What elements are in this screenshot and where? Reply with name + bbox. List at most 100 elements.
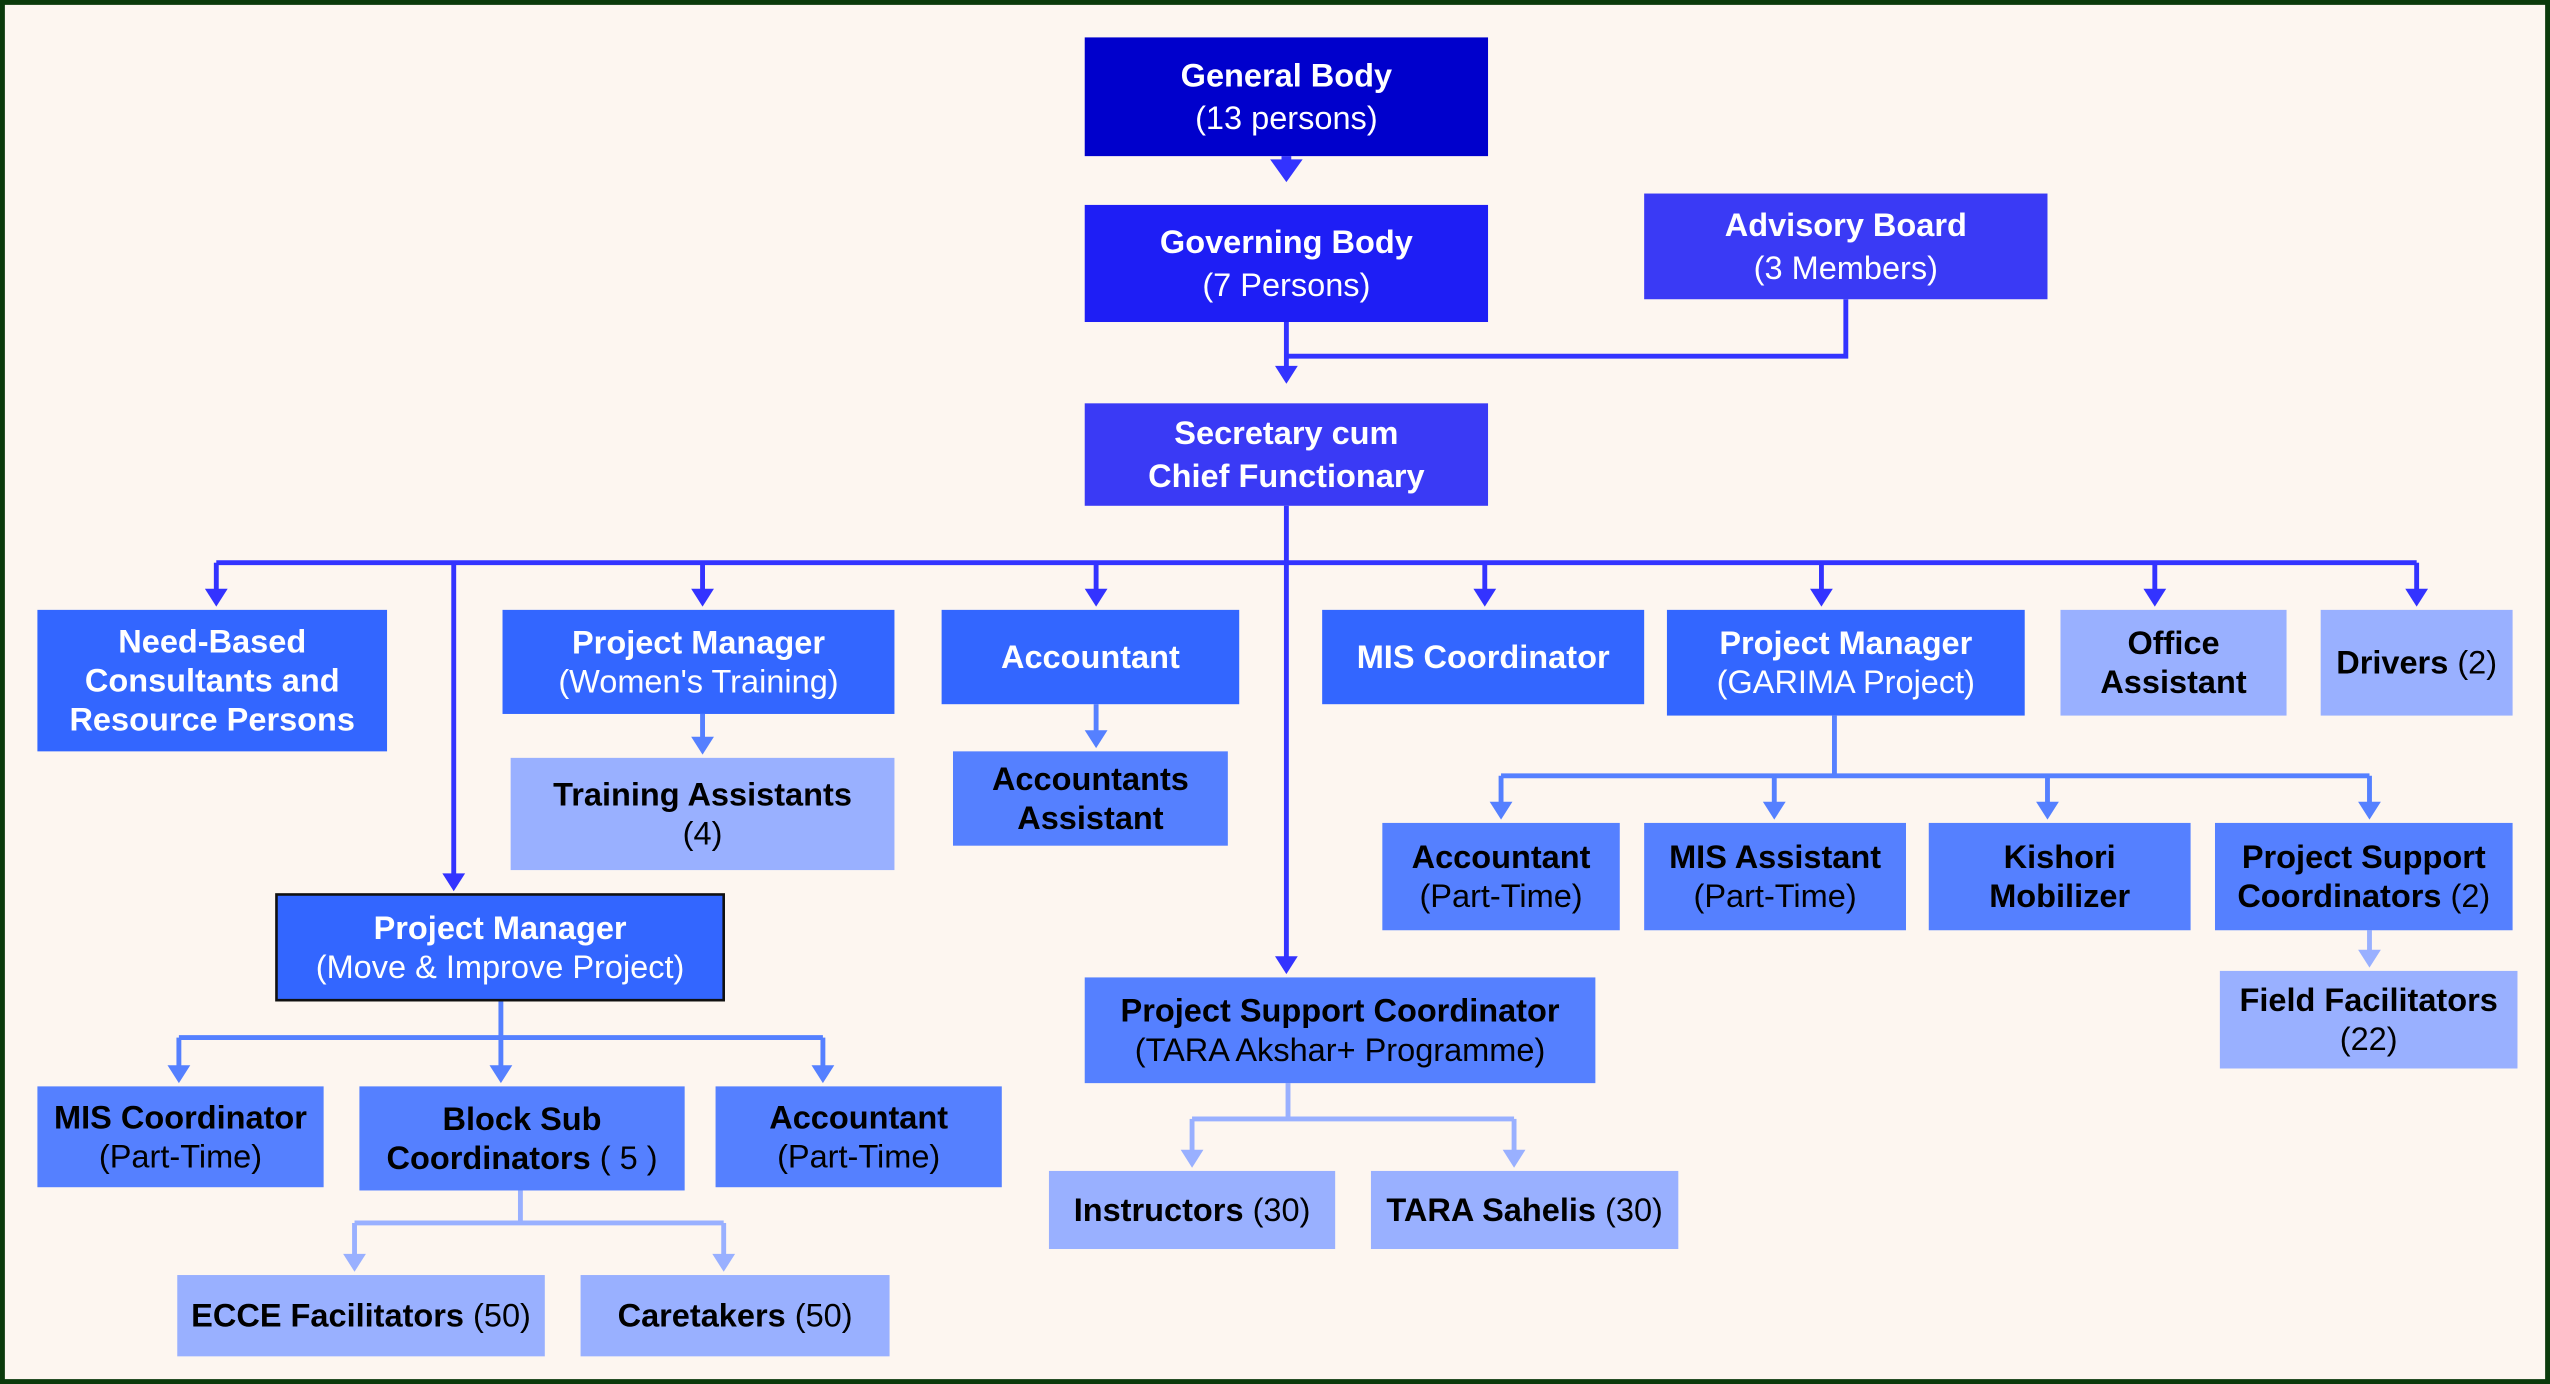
- node-label-text: (Part-Time): [777, 1138, 940, 1174]
- org-node-drivers[interactable]: Drivers (2): [2320, 609, 2513, 716]
- node-label-text: Office: [2127, 625, 2219, 661]
- node-label-text: TARA Sahelis: [1386, 1192, 1596, 1228]
- node-box: [510, 757, 895, 871]
- node-label-line: Block Sub: [443, 1101, 602, 1137]
- node-label-text: Accountant: [1001, 639, 1180, 675]
- node-label-line: (7 Persons): [1202, 267, 1370, 303]
- node-label-text: Instructors: [1074, 1192, 1244, 1228]
- org-node-training-assistants[interactable]: Training Assistants(4): [510, 757, 895, 871]
- node-label-line: TARA Sahelis (30): [1386, 1192, 1662, 1228]
- node-label-line: Secretary cum: [1174, 415, 1398, 451]
- org-node-general-body[interactable]: General Body (13 persons): [1084, 37, 1489, 157]
- org-node-kishori-mobilizer[interactable]: KishoriMobilizer: [1928, 822, 2191, 931]
- node-label-text: Accountants: [992, 761, 1189, 797]
- node-label-text: (13 persons): [1195, 100, 1378, 136]
- node-label-line: ECCE Facilitators (50): [191, 1298, 531, 1334]
- node-count-text: (50): [786, 1298, 853, 1334]
- org-node-garima-psc[interactable]: Project SupportCoordinators (2): [2214, 822, 2513, 931]
- node-label-text: Assistant: [2100, 664, 2247, 700]
- node-label-text: (Part-Time): [99, 1138, 262, 1174]
- node-label-line: (GARIMA Project): [1717, 664, 1975, 700]
- node-label-text: MIS Coordinator: [54, 1099, 307, 1135]
- node-label-text: (3 Members): [1754, 250, 1938, 286]
- node-label-text: Mobilizer: [1989, 878, 2130, 914]
- node-label-line: (3 Members): [1754, 250, 1938, 286]
- node-label-text: (22): [2340, 1021, 2398, 1057]
- node-label-text: MIS Coordinator: [1357, 639, 1610, 675]
- org-node-accountant[interactable]: Accountant: [941, 609, 1240, 705]
- node-label-text: Governing Body: [1160, 224, 1413, 260]
- org-node-psc-tara[interactable]: Project Support Coordinator(TARA Akshar+…: [1084, 977, 1596, 1084]
- node-label-text: Advisory Board: [1725, 207, 1967, 243]
- node-count-text: (2): [2441, 878, 2490, 914]
- node-label-line: MIS Coordinator: [54, 1099, 307, 1135]
- node-label-line: Assistant: [2100, 664, 2247, 700]
- org-node-caretakers[interactable]: Caretakers (50): [580, 1275, 890, 1357]
- node-label-line: Assistant: [1017, 800, 1164, 836]
- org-node-garima-mis-assistant[interactable]: MIS Assistant(Part-Time): [1644, 822, 1906, 931]
- org-node-block-sub-coordinators[interactable]: Block SubCoordinators ( 5 ): [359, 1086, 685, 1191]
- org-node-pm-womens-training[interactable]: Project Manager(Women's Training): [502, 609, 895, 714]
- node-label-line: Coordinators ( 5 ): [387, 1140, 658, 1176]
- org-node-secretary[interactable]: Secretary cum Chief Functionary: [1084, 403, 1489, 506]
- org-node-instructors[interactable]: Instructors (30): [1048, 1170, 1336, 1250]
- node-label-text: General Body: [1181, 57, 1392, 93]
- node-box: [1084, 37, 1489, 157]
- node-label-text: MIS Assistant: [1669, 839, 1881, 875]
- node-label-line: (22): [2340, 1021, 2398, 1057]
- node-label-line: Accountant: [1001, 639, 1180, 675]
- node-label-line: Mobilizer: [1989, 878, 2130, 914]
- node-label-text: (Part-Time): [1693, 878, 1856, 914]
- node-count-text: (30): [1244, 1192, 1311, 1228]
- node-label-line: (4): [683, 815, 723, 851]
- node-label-line: Project Manager: [572, 624, 825, 660]
- node-label-text: (7 Persons): [1202, 267, 1370, 303]
- node-label-line: (13 persons): [1195, 100, 1378, 136]
- node-label-text: Drivers: [2336, 645, 2448, 681]
- node-label-line: Accountant: [1412, 839, 1591, 875]
- node-label-text: Coordinators: [387, 1140, 591, 1176]
- node-count-text: (2): [2448, 645, 2497, 681]
- node-label-text: Block Sub: [443, 1101, 602, 1137]
- node-label-line: Coordinators (2): [2237, 878, 2490, 914]
- node-label-line: Field Facilitators: [2239, 982, 2497, 1018]
- org-node-advisory-board[interactable]: Advisory Board (3 Members): [1644, 193, 2048, 300]
- org-node-pm-move-improve[interactable]: Project Manager(Move & Improve Project): [275, 893, 725, 1002]
- org-node-pm-garima[interactable]: Project Manager(GARIMA Project): [1666, 609, 2025, 716]
- node-label-line: Governing Body: [1160, 224, 1413, 260]
- org-node-consultants[interactable]: Need-BasedConsultants andResource Person…: [37, 609, 388, 752]
- node-label-line: (Part-Time): [777, 1138, 940, 1174]
- node-count-text: ( 5 ): [591, 1140, 658, 1176]
- org-node-office-assistant[interactable]: OfficeAssistant: [2060, 609, 2287, 716]
- org-node-field-facilitators[interactable]: Field Facilitators(22): [2219, 970, 2518, 1069]
- node-label-text: (4): [683, 815, 723, 851]
- org-node-garima-accountant[interactable]: Accountant(Part-Time): [1382, 822, 1620, 931]
- org-node-mi-mis-coordinator[interactable]: MIS Coordinator(Part-Time): [37, 1086, 324, 1188]
- node-label-text: Chief Functionary: [1148, 458, 1424, 494]
- node-label-text: Assistant: [1017, 800, 1164, 836]
- node-label-line: (Women's Training): [558, 663, 838, 699]
- org-node-governing-body[interactable]: Governing Body (7 Persons): [1084, 204, 1489, 323]
- org-node-accountants-assistant[interactable]: AccountantsAssistant: [952, 751, 1228, 846]
- node-label-line: Project Support: [2242, 839, 2486, 875]
- node-label-text: (Part-Time): [1419, 878, 1582, 914]
- node-label-text: Kishori: [2004, 839, 2116, 875]
- node-label-text: Project Support Coordinator: [1121, 993, 1560, 1029]
- node-label-line: Chief Functionary: [1148, 458, 1424, 494]
- node-label-line: Advisory Board: [1725, 207, 1967, 243]
- node-label-text: Caretakers: [618, 1298, 786, 1334]
- node-label-text: Resource Persons: [69, 702, 355, 738]
- node-label-text: Accountant: [1412, 839, 1591, 875]
- node-label-text: Project Manager: [1719, 625, 1972, 661]
- org-node-mi-accountant[interactable]: Accountant(Part-Time): [715, 1086, 1002, 1188]
- org-node-ecce-facilitators[interactable]: ECCE Facilitators (50): [177, 1275, 545, 1357]
- org-node-mis-coordinator[interactable]: MIS Coordinator: [1322, 609, 1645, 705]
- node-box: [1084, 204, 1489, 323]
- node-label-line: Project Manager: [374, 910, 627, 946]
- node-label-text: (GARIMA Project): [1717, 664, 1975, 700]
- org-node-tara-sahelis[interactable]: TARA Sahelis (30): [1370, 1170, 1679, 1250]
- node-label-text: Field Facilitators: [2239, 982, 2497, 1018]
- node-label-line: Accountants: [992, 761, 1189, 797]
- node-count-text: (50): [464, 1298, 531, 1334]
- node-label-text: Consultants and: [85, 663, 340, 699]
